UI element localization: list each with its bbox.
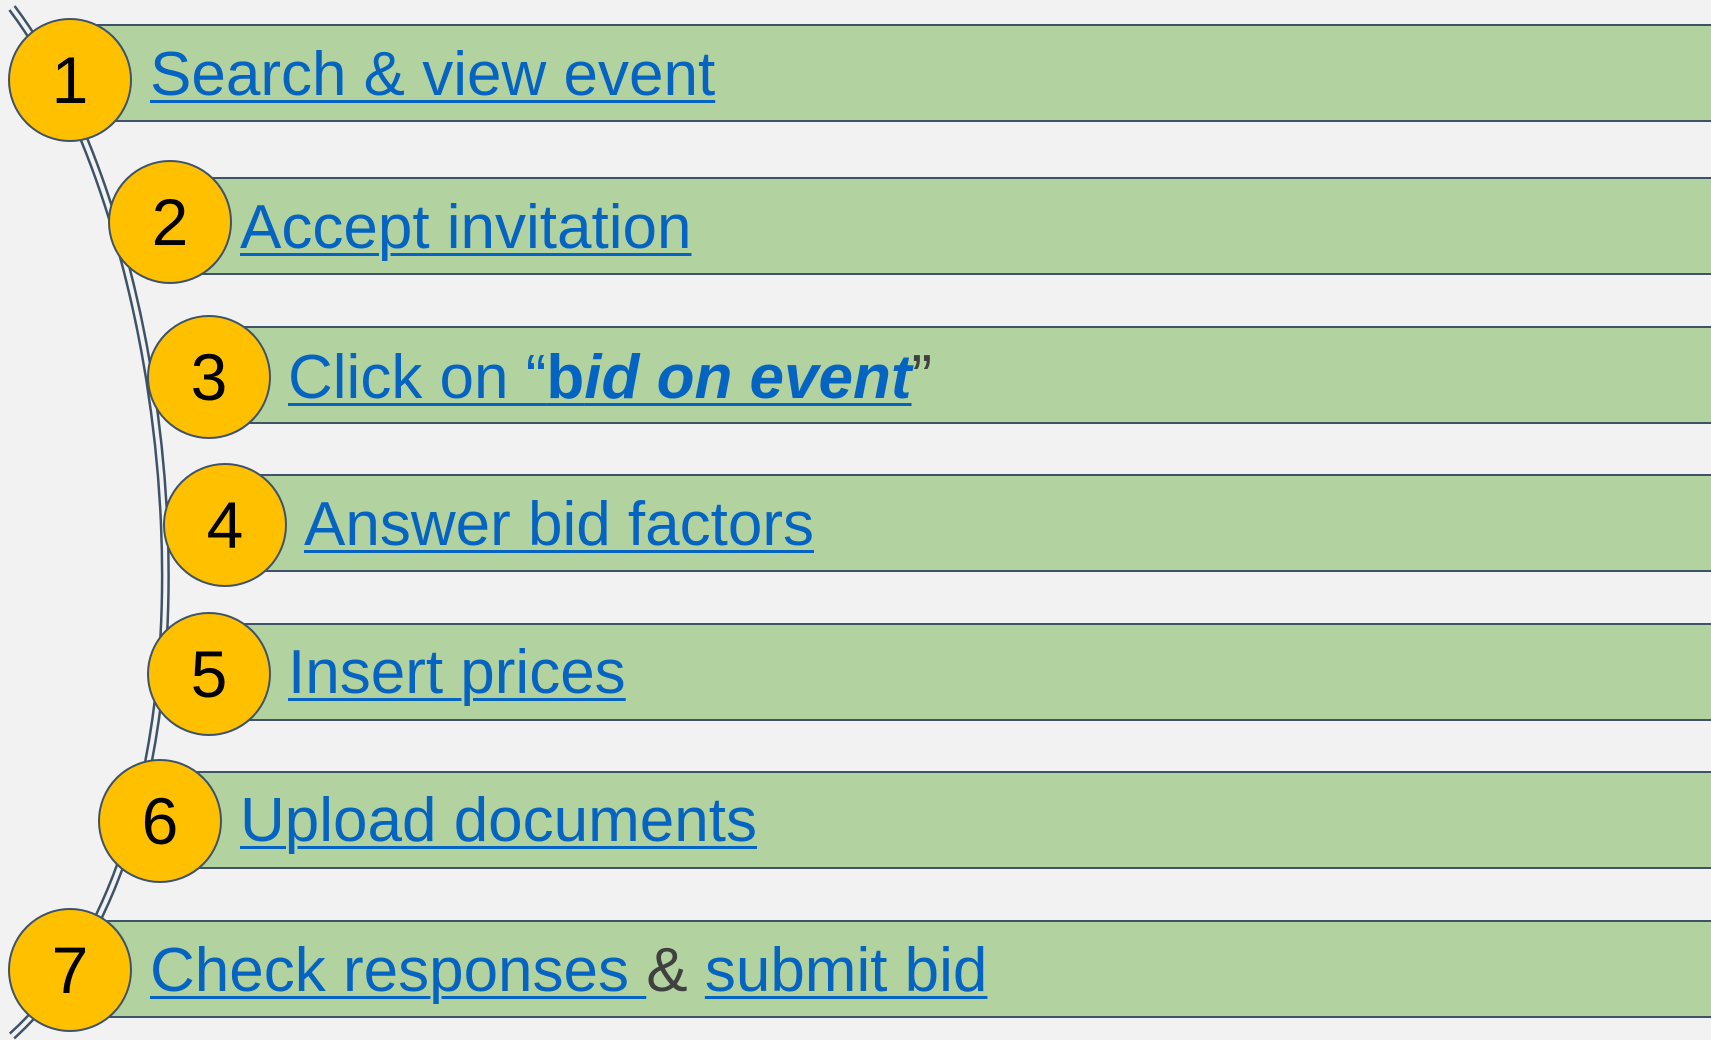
step-2-link[interactable]: Accept invitation	[240, 193, 691, 262]
step-4-number: 4	[206, 488, 244, 562]
ampersand: &	[646, 936, 688, 1005]
step-3-prefix: Click on “	[288, 343, 547, 412]
step-5-link[interactable]: Insert prices	[288, 638, 626, 707]
submit-bid-link[interactable]: submit bid	[705, 936, 988, 1005]
step-6-number: 6	[141, 784, 179, 858]
step-7-badge: 7	[8, 908, 132, 1032]
step-2-badge: 2	[108, 160, 232, 284]
step-7-label: Check responses & submit bid	[150, 940, 987, 1002]
step-3-badge: 3	[147, 315, 271, 439]
step-4-label: Answer bid factors	[304, 494, 814, 556]
step-4-link[interactable]: Answer bid factors	[304, 490, 814, 559]
step-1-label: Search & view event	[150, 44, 715, 106]
step-2-label: Accept invitation	[240, 197, 691, 259]
step-1-number: 1	[51, 43, 89, 117]
step-3-label: Click on “bid on event”	[288, 347, 932, 409]
step-6-label: Upload documents	[240, 790, 757, 852]
step-2-number: 2	[151, 185, 189, 259]
step-3-number: 3	[190, 340, 228, 414]
step-5-label: Insert prices	[288, 642, 626, 704]
step-1-badge: 1	[8, 18, 132, 142]
step-3-link[interactable]: Click on “bid on event	[288, 343, 912, 412]
step-5-badge: 5	[147, 612, 271, 736]
step-6-badge: 6	[98, 759, 222, 883]
step-3-bold: b	[546, 343, 585, 412]
step-3-suffix: ”	[911, 343, 933, 412]
step-6-link[interactable]: Upload documents	[240, 786, 757, 855]
step-3-bold-italic: id on event	[584, 343, 912, 412]
step-5-number: 5	[190, 637, 228, 711]
check-responses-link[interactable]: Check responses	[150, 936, 646, 1005]
step-1-link[interactable]: Search & view event	[150, 40, 715, 109]
step-4-badge: 4	[163, 463, 287, 587]
step-7-number: 7	[51, 933, 89, 1007]
